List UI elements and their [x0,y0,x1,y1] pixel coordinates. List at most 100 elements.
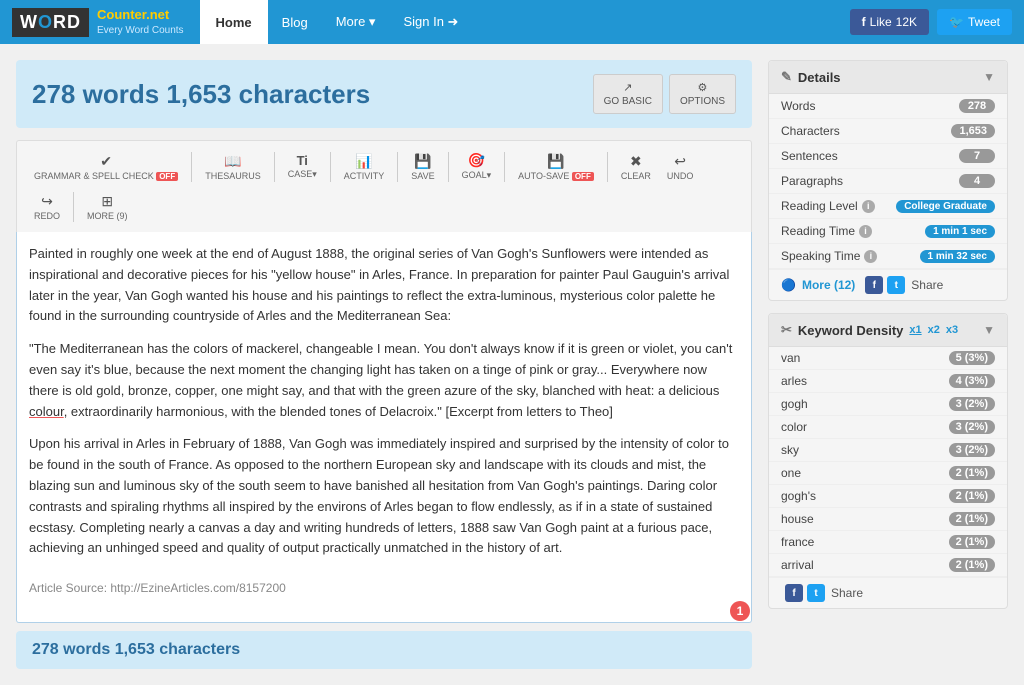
kd-row: gogh 3 (2%) [769,393,1007,416]
nav-more[interactable]: More ▾ [322,0,390,44]
kd-share-bar: f t Share [769,577,1007,608]
details-header-left: ✎ Details [781,69,841,85]
goal-icon: 🎯 [468,152,485,169]
keyword-density-card: ✂ Keyword Density x1 x2 x3 ▼ van 5 (3%) … [768,313,1008,609]
stats-display: 278 words 1,653 characters [32,79,370,110]
reading-level-value: College Graduate [896,200,995,213]
kd-multiplier-x3[interactable]: x3 [946,324,958,336]
logo: WORD [12,8,89,37]
text-content: Painted in roughly one week at the end o… [29,244,739,598]
nav-blog[interactable]: Blog [268,0,322,44]
speaking-time-value: 1 min 32 sec [920,250,995,263]
autosave-icon: 💾 [547,153,564,170]
external-icon: ↗ [623,81,632,94]
nav-home[interactable]: Home [200,0,268,44]
paragraph-3: Upon his arrival in Arles in February of… [29,434,739,559]
toolbar-separator [191,152,192,182]
undo-icon: ↩ [674,153,686,170]
toolbar-separator-5 [448,152,449,182]
kd-row: france 2 (1%) [769,531,1007,554]
reading-time-value: 1 min 1 sec [925,225,995,238]
source-attribution: Article Source: http://EzineArticles.com… [29,571,739,598]
save-button[interactable]: 💾 SAVE [404,148,441,186]
details-header: ✎ Details ▼ [769,61,1007,94]
detail-row-sentences: Sentences 7 [769,144,1007,169]
case-icon: Ti [297,153,308,168]
undo-button[interactable]: ↩ UNDO [660,148,701,186]
share-twitter-icon[interactable]: t [887,276,905,294]
sentences-value: 7 [959,149,995,163]
kd-row: color 3 (2%) [769,416,1007,439]
redo-button[interactable]: ↪ REDO [27,188,67,226]
navbar: WORD Counter.net Every Word Counts Home … [0,0,1024,44]
facebook-icon: f [862,15,866,29]
toolbar-separator-2 [274,152,275,182]
checkmark-icon: ✔ [100,153,112,170]
toolbar-separator-3 [330,152,331,182]
right-panel: ✎ Details ▼ Words 278 Characters 1,653 S… [768,60,1008,621]
detail-row-paragraphs: Paragraphs 4 [769,169,1007,194]
go-basic-button[interactable]: ↗ GO BASIC [593,74,663,114]
more-button[interactable]: ⊞ MORE (9) [80,188,135,226]
clear-button[interactable]: ✖ CLEAR [614,148,658,186]
stats-bar: 278 words 1,653 characters ↗ GO BASIC ⚙ … [16,60,752,128]
more-details-link[interactable]: More (12) [802,278,855,292]
kd-row: house 2 (1%) [769,508,1007,531]
toolbar: ✔ GRAMMAR & SPELL CHECK OFF 📖 THESAURUS … [16,140,752,232]
detail-row-words: Words 278 [769,94,1007,119]
kd-share-icons: f t [785,584,825,602]
twitter-icon: 🐦 [949,15,964,29]
kd-multiplier-x2[interactable]: x2 [928,324,940,336]
thesaurus-button[interactable]: 📖 THESAURUS [198,148,268,186]
toolbar-separator-6 [504,152,505,182]
stats-actions: ↗ GO BASIC ⚙ OPTIONS [593,74,736,114]
spelling-highlight: colour [29,404,64,419]
grammar-spell-check-button[interactable]: ✔ GRAMMAR & SPELL CHECK OFF [27,148,185,186]
thesaurus-icon: 📖 [224,153,241,170]
more-share-bar: 🔵 More (12) f t Share [769,269,1007,300]
words-value: 278 [959,99,995,113]
save-icon: 💾 [414,153,431,170]
share-icons: f t [865,276,905,294]
detail-row-characters: Characters 1,653 [769,119,1007,144]
details-collapse-icon[interactable]: ▼ [983,70,995,84]
kd-share-twitter-icon[interactable]: t [807,584,825,602]
kd-row: arrival 2 (1%) [769,554,1007,577]
characters-value: 1,653 [951,124,995,138]
options-button[interactable]: ⚙ OPTIONS [669,74,736,114]
toggle-icon: 🔵 [781,278,796,292]
left-panel: 278 words 1,653 characters ↗ GO BASIC ⚙ … [16,60,752,669]
details-icon: ✎ [781,69,792,85]
keyword-icon: ✂ [781,322,792,338]
reading-time-info-icon[interactable]: i [859,225,872,238]
paragraphs-value: 4 [959,174,995,188]
kd-share-label: Share [831,586,863,600]
toolbar-separator-8 [73,192,74,222]
autosave-button[interactable]: 💾 AUTO-SAVE OFF [511,148,601,186]
nav-links: Home Blog More ▾ Sign In ➜ [200,0,473,44]
detail-row-reading-level: Reading Level i College Graduate [769,194,1007,219]
text-editor[interactable]: Painted in roughly one week at the end o… [16,232,752,623]
facebook-like-button[interactable]: f Like 12K [850,9,929,35]
kd-share-facebook-icon[interactable]: f [785,584,803,602]
paragraph-1: Painted in roughly one week at the end o… [29,244,739,327]
activity-button[interactable]: 📊 ACTIVITY [337,148,392,186]
share-label: Share [911,278,943,292]
goal-button[interactable]: 🎯 GOAL▾ [455,147,499,186]
case-button[interactable]: Ti CASE▾ [281,148,324,185]
speaking-time-info-icon[interactable]: i [864,250,877,263]
kd-multiplier-x1[interactable]: x1 [909,324,921,336]
kd-row: van 5 (3%) [769,347,1007,370]
share-facebook-icon[interactable]: f [865,276,883,294]
detail-row-speaking-time: Speaking Time i 1 min 32 sec [769,244,1007,269]
paragraph-2: "The Mediterranean has the colors of mac… [29,339,739,422]
twitter-tweet-button[interactable]: 🐦 Tweet [937,9,1012,35]
main-container: 278 words 1,653 characters ↗ GO BASIC ⚙ … [0,44,1024,685]
kd-collapse-icon[interactable]: ▼ [983,323,995,337]
reading-level-info-icon[interactable]: i [862,200,875,213]
nav-signin[interactable]: Sign In ➜ [389,0,472,44]
keyword-density-header: ✂ Keyword Density x1 x2 x3 ▼ [769,314,1007,347]
toolbar-separator-7 [607,152,608,182]
logo-counter: Counter.net Every Word Counts [97,8,184,37]
kd-header-left: ✂ Keyword Density x1 x2 x3 [781,322,958,338]
